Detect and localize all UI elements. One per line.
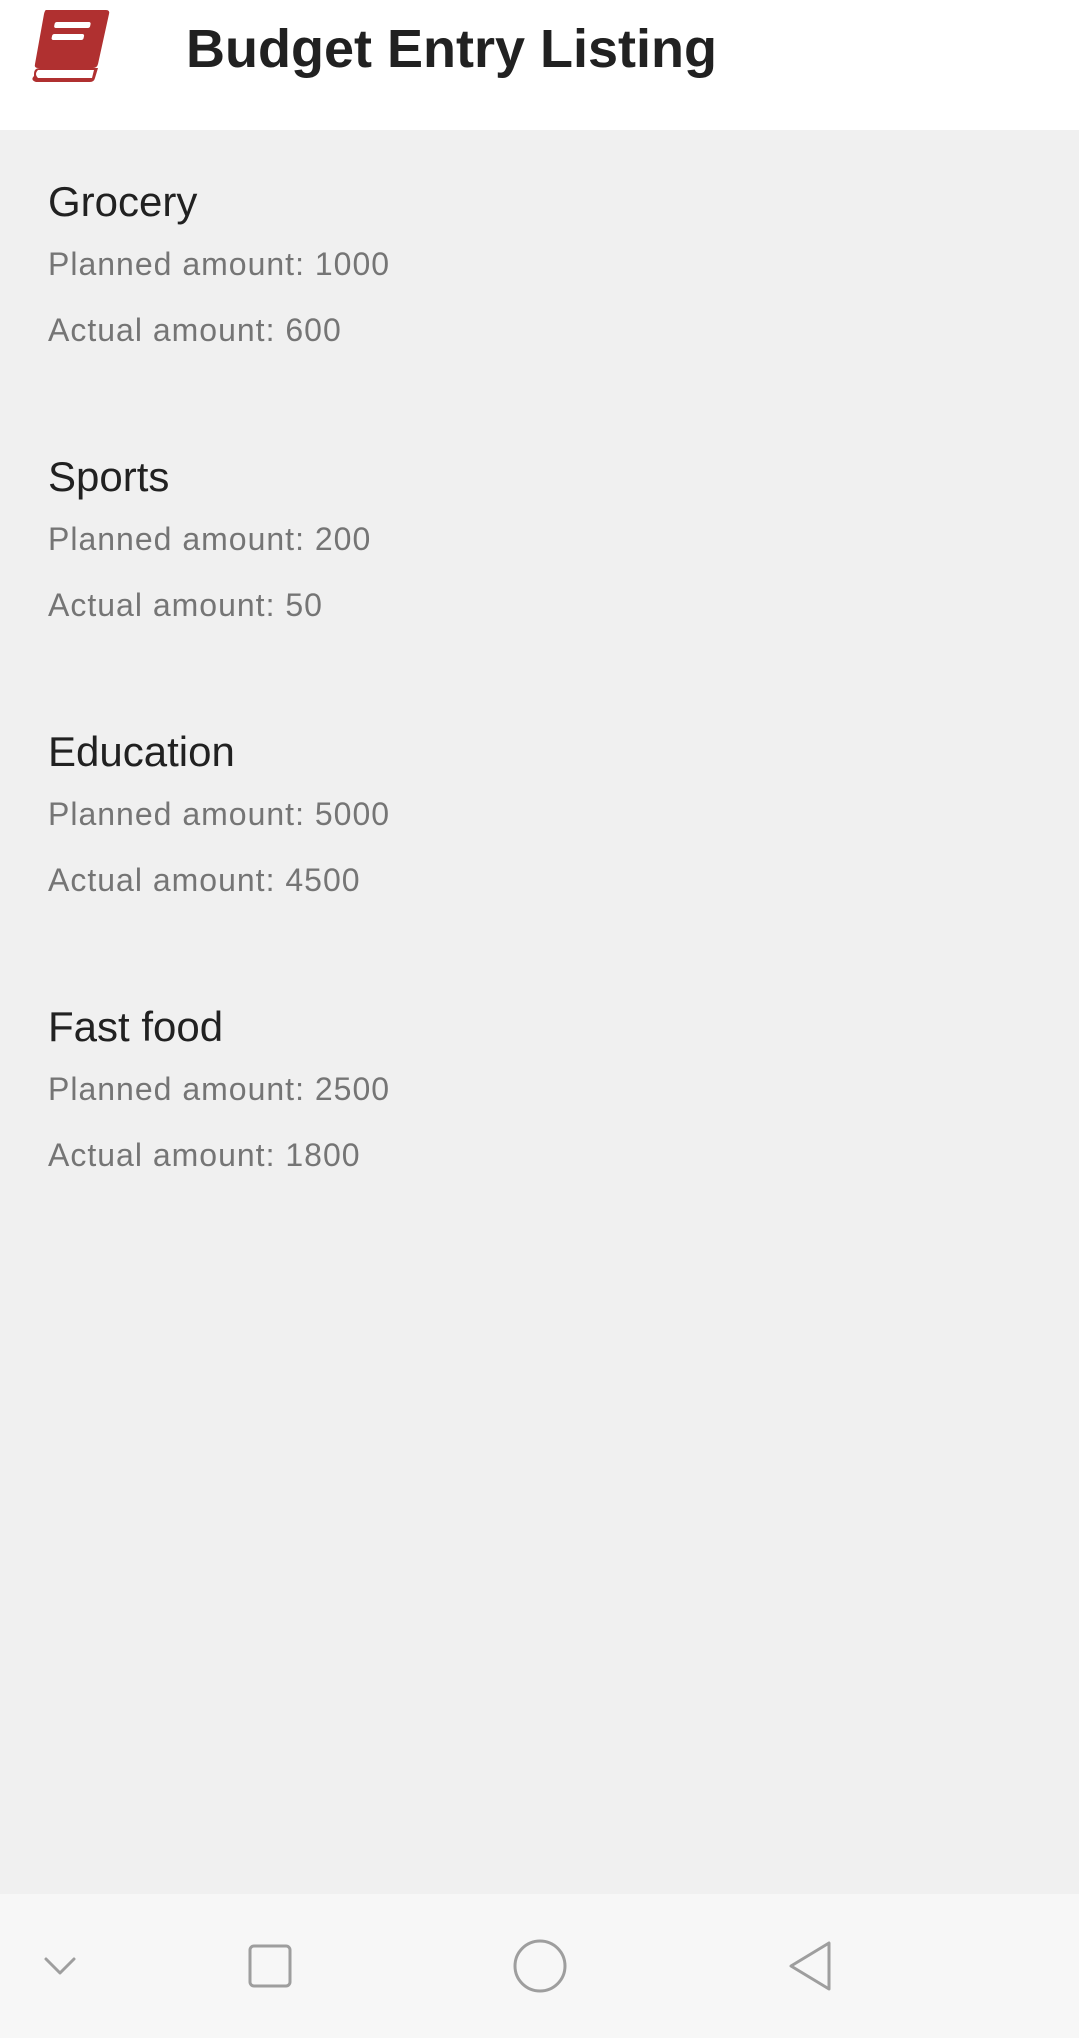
list-item[interactable]: Sports Planned amount: 200 Actual amount…	[0, 405, 1079, 680]
entry-name: Grocery	[48, 178, 198, 225]
entry-actual-amount: Actual amount: 1800	[48, 1137, 361, 1173]
list-item[interactable]: Education Planned amount: 5000 Actual am…	[0, 680, 1079, 955]
page-title: Budget Entry Listing	[186, 19, 717, 79]
list-item[interactable]: Fast food Planned amount: 2500 Actual am…	[0, 955, 1079, 1230]
entry-planned-amount: Planned amount: 2500	[48, 1071, 391, 1107]
app-screen: Budget Entry Listing Grocery Planned amo…	[0, 0, 1079, 2038]
triangle-back-icon[interactable]	[770, 1894, 850, 2038]
book-icon	[28, 8, 110, 84]
entry-actual-amount: Actual amount: 4500	[48, 862, 361, 898]
circle-icon[interactable]	[500, 1894, 580, 2038]
entry-name: Fast food	[48, 1003, 224, 1050]
entry-actual-amount: Actual amount: 50	[48, 587, 323, 623]
system-navigation-bar	[0, 1894, 1079, 2038]
entry-name: Education	[48, 728, 235, 775]
entry-actual-amount: Actual amount: 600	[48, 312, 342, 348]
entry-name: Sports	[48, 453, 170, 500]
entry-planned-amount: Planned amount: 5000	[48, 796, 391, 832]
chevron-down-icon[interactable]	[20, 1894, 100, 2038]
list-item[interactable]: Grocery Planned amount: 1000 Actual amou…	[0, 130, 1079, 405]
app-header: Budget Entry Listing	[0, 0, 1079, 130]
entry-planned-amount: Planned amount: 1000	[48, 246, 391, 282]
square-icon[interactable]	[230, 1894, 310, 2038]
budget-entry-list: Grocery Planned amount: 1000 Actual amou…	[0, 130, 1079, 1230]
entry-planned-amount: Planned amount: 200	[48, 521, 372, 557]
